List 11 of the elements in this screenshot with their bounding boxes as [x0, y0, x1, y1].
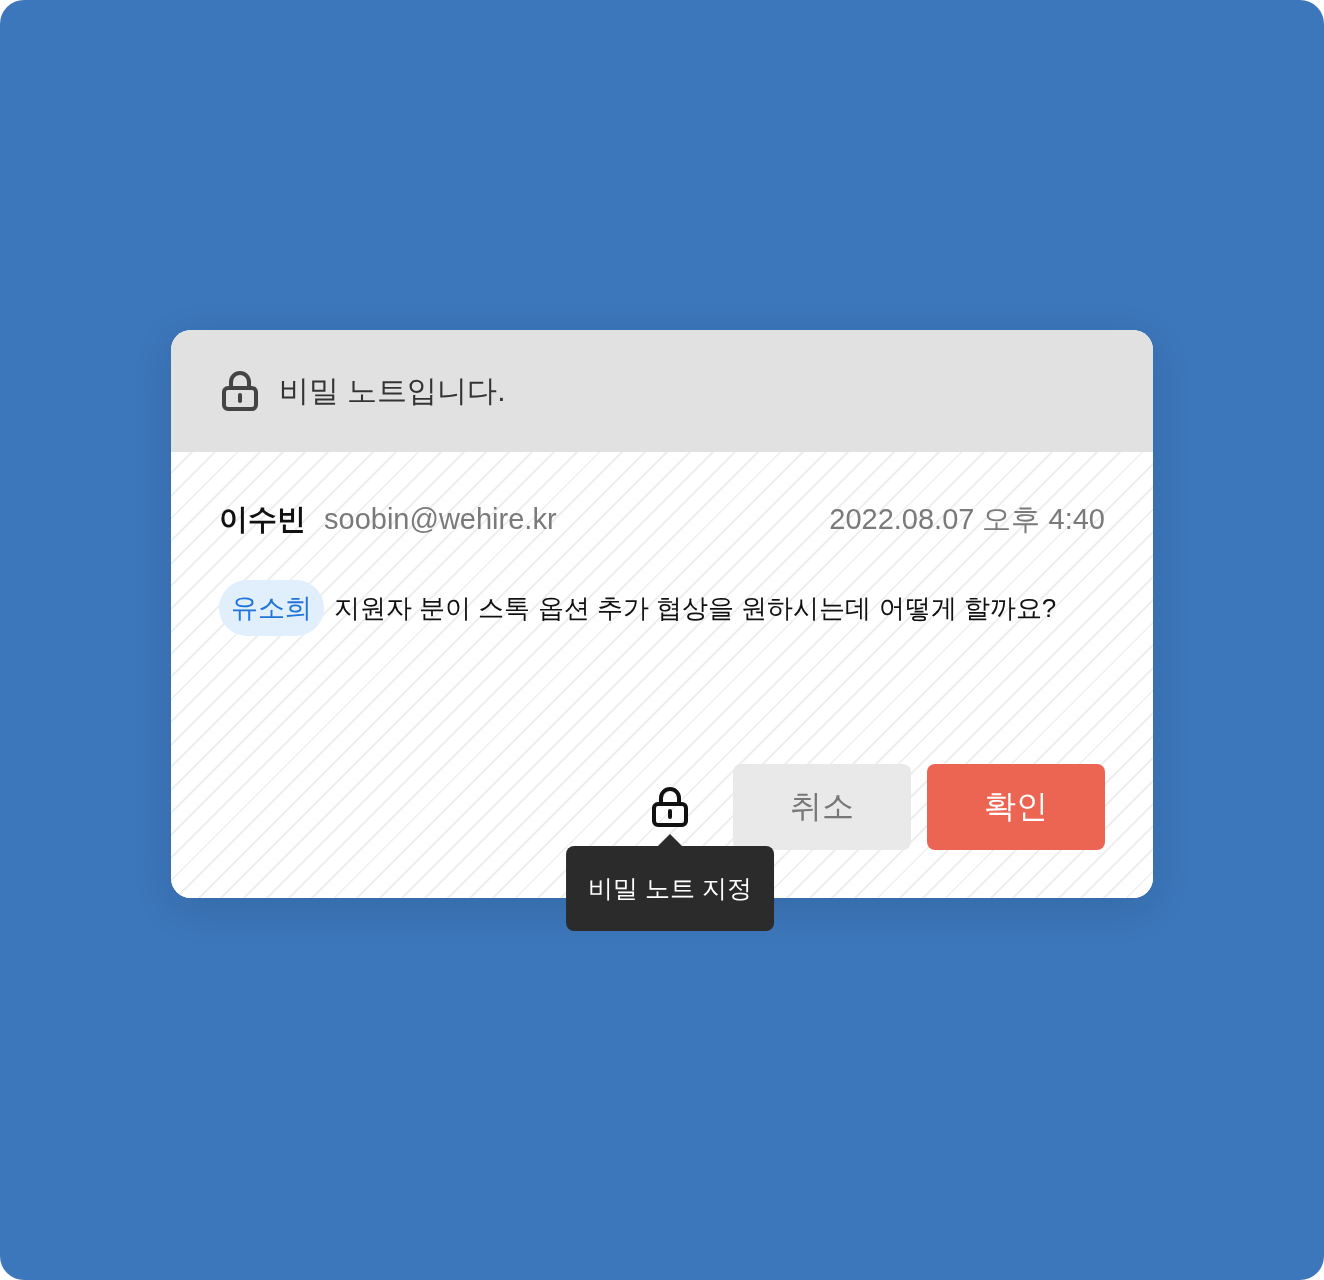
author-email: soobin@wehire.kr [324, 503, 557, 536]
header-text: 비밀 노트입니다. [279, 372, 506, 409]
timestamp: 2022.08.07 오후 4:40 [829, 502, 1105, 537]
confirm-button[interactable]: 확인 [927, 764, 1105, 850]
cancel-button[interactable]: 취소 [733, 764, 911, 850]
lock-icon [221, 370, 259, 412]
note-message: 지원자 분이 스톡 옵션 추가 협상을 원하시는데 어떻게 할까요? [334, 591, 1057, 625]
lock-toggle-icon[interactable] [651, 786, 689, 828]
tooltip: 비밀 노트 지정 [566, 846, 774, 931]
author-name: 이수빈 [219, 502, 306, 537]
mention-tag[interactable]: 유소희 [219, 580, 324, 636]
